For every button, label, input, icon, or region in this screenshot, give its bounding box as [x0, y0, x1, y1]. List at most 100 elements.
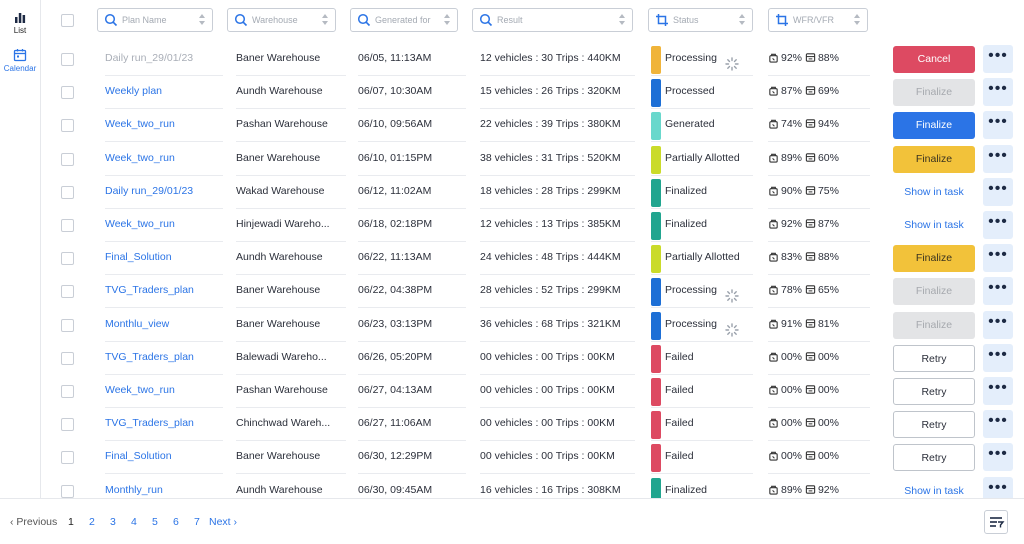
status-label: Failed [665, 450, 694, 462]
weight-fill-icon [768, 85, 781, 97]
page-number-link[interactable]: 7 [194, 516, 200, 528]
plan-name-link[interactable]: Week_two_run [105, 108, 223, 142]
status-label: Partially Allotted [665, 152, 740, 164]
sort-icon[interactable] [618, 13, 626, 27]
more-options-button[interactable]: ••• [983, 277, 1013, 305]
plan-name-link[interactable]: Week_two_run [105, 208, 223, 242]
row-checkbox[interactable] [61, 252, 74, 265]
wfr-vfr-cell: 87% 69% [768, 75, 870, 109]
previous-page-link[interactable]: ‹ Previous [10, 516, 57, 528]
more-options-button[interactable]: ••• [983, 178, 1013, 206]
row-checkbox[interactable] [61, 153, 74, 166]
wfr-vfr-cell: 00% 00% [768, 407, 870, 441]
plan-name-link[interactable]: TVG_Traders_plan [105, 341, 223, 375]
volume-fill-icon [805, 118, 818, 130]
retry-button[interactable]: Retry [893, 444, 975, 471]
more-options-button[interactable]: ••• [983, 377, 1013, 405]
finalize-button[interactable]: Finalize [893, 312, 975, 339]
status-label: Generated [665, 118, 715, 130]
plan-name-link[interactable]: Week_two_run [105, 374, 223, 408]
row-checkbox[interactable] [61, 451, 74, 464]
more-options-button[interactable]: ••• [983, 344, 1013, 372]
row-checkbox[interactable] [61, 285, 74, 298]
more-options-button[interactable]: ••• [983, 45, 1013, 73]
next-page-link[interactable]: Next › [209, 516, 237, 528]
more-options-button[interactable]: ••• [983, 244, 1013, 272]
finalize-button[interactable]: Finalize [893, 112, 975, 139]
warehouse-cell: Baner Warehouse [236, 274, 346, 308]
plan-name-link[interactable]: Monthlu_view [105, 308, 223, 342]
generated-for-cell: 06/27, 11:06AM [358, 407, 466, 441]
finalize-button[interactable]: Finalize [893, 79, 975, 106]
more-options-button[interactable]: ••• [983, 410, 1013, 438]
row-checkbox[interactable] [61, 86, 74, 99]
page-number-link[interactable]: 1 [68, 516, 74, 528]
row-checkbox[interactable] [61, 418, 74, 431]
result-filter[interactable]: Result [472, 8, 633, 32]
cancel-button[interactable]: Cancel [893, 46, 975, 73]
retry-button[interactable]: Retry [893, 378, 975, 405]
row-checkbox[interactable] [61, 186, 74, 199]
status-color-bar [651, 411, 661, 439]
row-checkbox[interactable] [61, 352, 74, 365]
plan-name-link[interactable]: Final_Solution [105, 440, 223, 474]
page-number-link[interactable]: 3 [110, 516, 116, 528]
finalize-button[interactable]: Finalize [893, 278, 975, 305]
more-options-button[interactable]: ••• [983, 78, 1013, 106]
finalize-button[interactable]: Finalize [893, 245, 975, 272]
wfr-vfr-filter[interactable]: WFR/VFR [768, 8, 868, 32]
plan-name-link[interactable]: TVG_Traders_plan [105, 274, 223, 308]
show-in-task-link[interactable]: Show in task [893, 212, 975, 239]
status-label: Finalized [665, 185, 708, 197]
retry-button[interactable]: Retry [893, 411, 975, 438]
page-number-link[interactable]: 6 [173, 516, 179, 528]
plan-name-link[interactable]: Week_two_run [105, 142, 223, 176]
generated-for-cell: 06/23, 03:13PM [358, 308, 466, 342]
more-options-button[interactable]: ••• [983, 145, 1013, 173]
filter-placeholder: WFR/VFR [793, 15, 834, 25]
wfr-value: 00% [781, 351, 803, 363]
table-settings-button[interactable] [984, 510, 1008, 534]
page-number-link[interactable]: 5 [152, 516, 158, 528]
row-checkbox[interactable] [61, 219, 74, 232]
sort-icon[interactable] [198, 13, 206, 27]
sort-icon[interactable] [321, 13, 329, 27]
status-filter[interactable]: Status [648, 8, 753, 32]
sort-icon[interactable] [853, 13, 861, 27]
plan-name-link[interactable]: TVG_Traders_plan [105, 407, 223, 441]
plan-name-link[interactable]: Weekly plan [105, 75, 223, 109]
page-number-link[interactable]: 4 [131, 516, 137, 528]
generated-for-cell: 06/10, 09:56AM [358, 108, 466, 142]
plan-name-link[interactable]: Final_Solution [105, 241, 223, 275]
plan-name-link[interactable]: Daily run_29/01/23 [105, 42, 223, 76]
row-checkbox[interactable] [61, 485, 74, 498]
sort-icon[interactable] [443, 13, 451, 27]
wfr-value: 92% [781, 218, 803, 230]
sidebar-item-list[interactable]: List [0, 10, 40, 35]
page-number-link[interactable]: 2 [89, 516, 95, 528]
generated-for-cell: 06/10, 01:15PM [358, 142, 466, 176]
row-checkbox[interactable] [61, 119, 74, 132]
sort-icon[interactable] [738, 13, 746, 27]
more-options-button[interactable]: ••• [983, 211, 1013, 239]
retry-button[interactable]: Retry [893, 345, 975, 372]
generated-for-filter[interactable]: Generated for [350, 8, 458, 32]
sidebar-item-calendar[interactable]: Calendar [0, 48, 40, 73]
plan-name-link[interactable]: Daily run_29/01/23 [105, 175, 223, 209]
finalize-button[interactable]: Finalize [893, 146, 975, 173]
warehouse-filter[interactable]: Warehouse [227, 8, 336, 32]
plan-name-filter[interactable]: Plan Name [97, 8, 213, 32]
more-options-button[interactable]: ••• [983, 111, 1013, 139]
select-all-checkbox[interactable] [61, 14, 74, 27]
row-checkbox[interactable] [61, 385, 74, 398]
more-options-button[interactable]: ••• [983, 443, 1013, 471]
wfr-vfr-cell: 00% 00% [768, 341, 870, 375]
weight-fill-icon [768, 218, 781, 230]
show-in-task-link[interactable]: Show in task [893, 179, 975, 206]
filter-placeholder: Generated for [375, 15, 431, 25]
more-options-button[interactable]: ••• [983, 311, 1013, 339]
row-checkbox[interactable] [61, 319, 74, 332]
search-icon [357, 13, 371, 27]
row-checkbox[interactable] [61, 53, 74, 66]
status-label: Failed [665, 351, 694, 363]
